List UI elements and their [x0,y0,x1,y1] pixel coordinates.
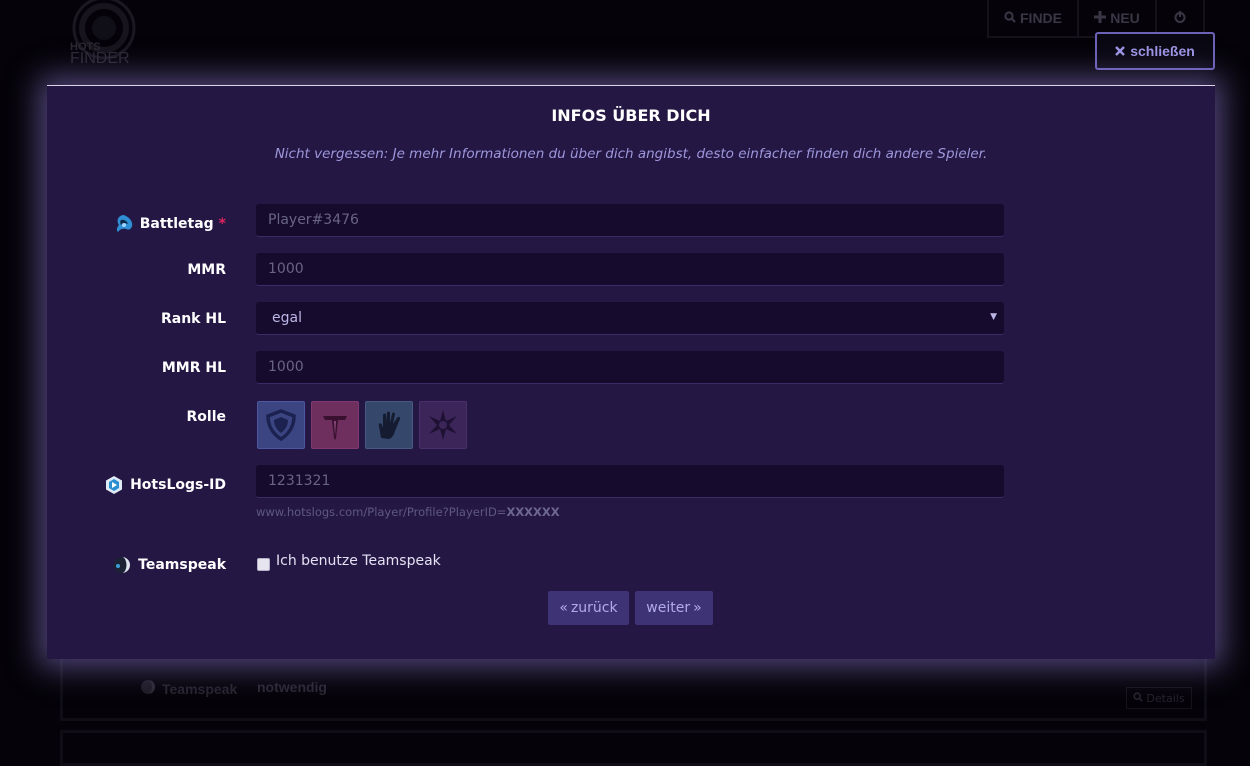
plus-icon [1094,10,1107,26]
teamspeak-checkbox-label[interactable]: Ich benutze Teamspeak [276,553,441,569]
nav-power[interactable] [1157,0,1203,36]
logo-line2: FINDER [70,50,130,67]
mmr-label: MMR [187,262,226,278]
details-label: Details [1146,691,1185,705]
hotslogs-help-prefix: www.hotslogs.com/Player/Profile?PlayerID… [256,505,507,519]
rank-hl-selected: egal [272,310,302,326]
back-button[interactable]: « zurück [548,591,629,625]
caret-down-icon: ▼ [990,312,997,322]
battletag-input[interactable] [256,204,1004,237]
teamspeak-icon [140,679,156,698]
double-chevron-left-icon: « [559,600,568,616]
details-button[interactable]: Details [1126,687,1192,709]
background-card-2 [60,730,1207,766]
nav-new[interactable]: NEU [1079,0,1157,36]
back-label: zurück [570,600,618,616]
site-logo-text: HOTS FINDER [70,42,130,67]
mmr-hl-input[interactable] [256,351,1004,384]
nav-new-label: NEU [1110,10,1140,26]
shield-icon [264,408,298,442]
rank-hl-label: Rank HL [160,311,226,327]
nav-find-label: FINDE [1020,10,1062,26]
sword-icon [318,408,352,442]
bg-teamspeak-value: notwendig [257,679,327,695]
search-icon [1004,10,1016,26]
role-support-button[interactable] [365,401,413,449]
close-label: schließen [1130,43,1195,59]
role-tank-button[interactable] [257,401,305,449]
teamspeak-icon [111,554,133,576]
rank-hl-select[interactable]: egal ▼ [256,302,1004,335]
role-assassin-button[interactable] [311,401,359,449]
role-picker [257,401,467,449]
double-chevron-right-icon: » [693,600,702,616]
modal-title: INFOS ÜBER DICH [551,106,711,125]
battlenet-icon [113,213,135,235]
hand-icon [372,408,406,442]
teamspeak-label-text: Teamspeak [138,557,226,573]
hotslogs-label: HotsLogs-ID [103,474,226,496]
bg-teamspeak-label: Teamspeak [140,679,237,698]
battletag-label: Battletag * [113,213,226,235]
hotslogs-label-text: HotsLogs-ID [130,477,226,493]
nav-find[interactable]: FINDE [989,0,1079,36]
times-icon [1115,43,1126,59]
power-icon [1174,10,1186,26]
hotslogs-help-bold: XXXXXX [506,505,560,519]
mmr-hl-label: MMR HL [161,360,226,376]
role-specialist-button[interactable] [419,401,467,449]
hotslogs-id-input[interactable] [256,465,1004,498]
role-label: Rolle [186,409,227,425]
next-button[interactable]: weiter » [635,591,713,625]
teamspeak-label: Teamspeak [111,554,226,576]
teamspeak-checkbox[interactable] [257,558,270,571]
hotslogs-help-text: www.hotslogs.com/Player/Profile?PlayerID… [256,505,560,519]
star-icon [426,408,460,442]
bg-teamspeak-label-text: Teamspeak [162,680,238,697]
modal-subtitle: Nicht vergessen: Je mehr Informationen d… [274,146,988,162]
close-button[interactable]: schließen [1095,32,1215,70]
search-icon [1133,691,1144,705]
mmr-input[interactable] [256,253,1004,286]
profile-modal: INFOS ÜBER DICH Nicht vergessen: Je mehr… [47,85,1215,659]
required-mark: * [218,216,226,232]
next-label: weiter [646,600,691,616]
hotslogs-icon [103,474,125,496]
battletag-label-text: Battletag [139,216,214,232]
